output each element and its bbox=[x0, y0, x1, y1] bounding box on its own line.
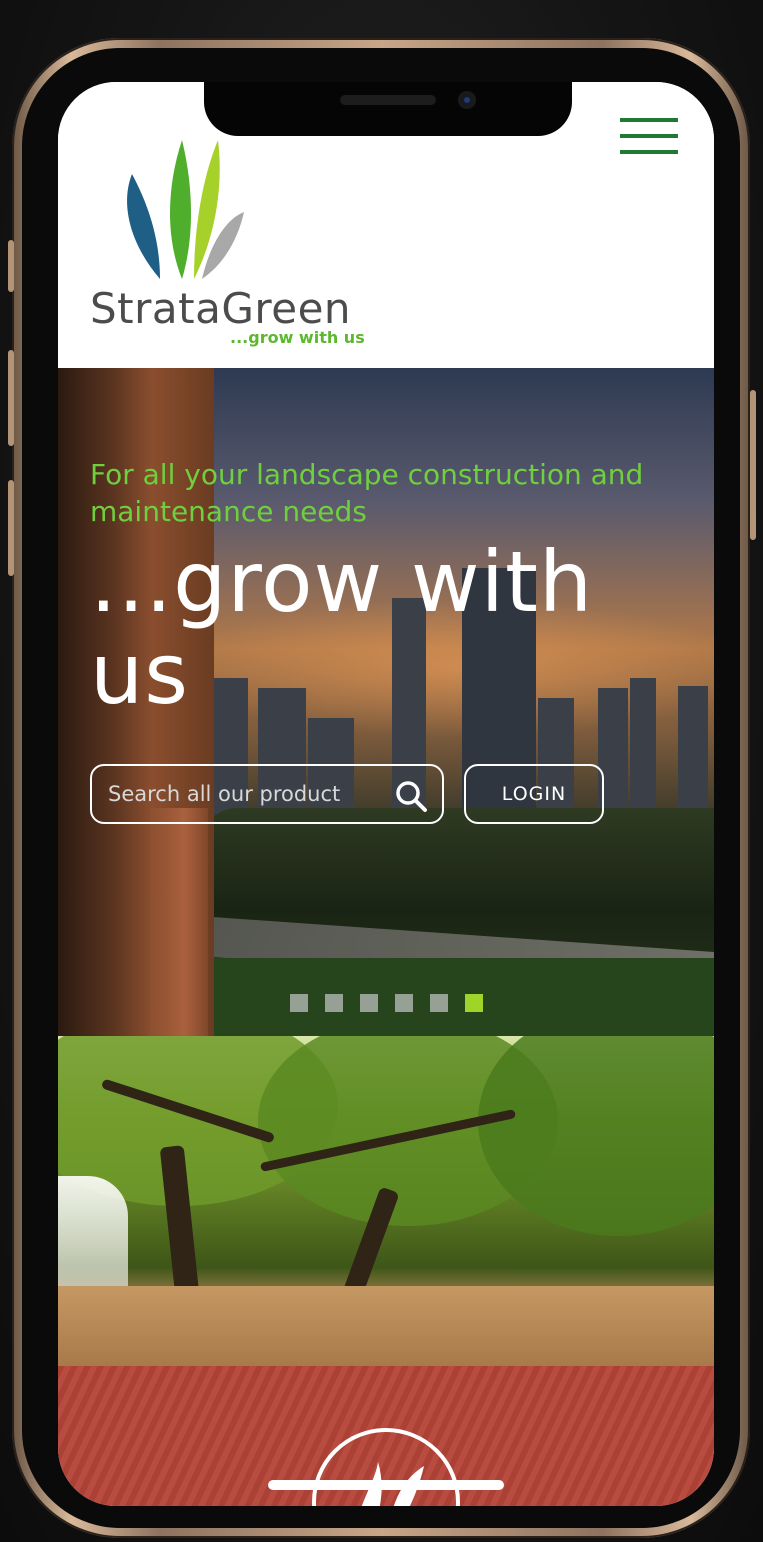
phone-volume-up-button bbox=[8, 350, 14, 446]
home-indicator[interactable] bbox=[268, 1480, 504, 1490]
login-button[interactable]: LOGIN bbox=[464, 764, 604, 824]
search-box bbox=[90, 764, 444, 824]
tree-canopy bbox=[478, 1036, 714, 1236]
search-icon[interactable] bbox=[394, 779, 428, 813]
brand-name: StrataGreen bbox=[90, 284, 352, 333]
slide-dot-3[interactable] bbox=[360, 994, 378, 1012]
trunk-highlight bbox=[148, 808, 208, 1036]
city-building bbox=[678, 686, 708, 818]
phone-power-button bbox=[750, 390, 756, 540]
slide-dot-2[interactable] bbox=[325, 994, 343, 1012]
earpiece-speaker bbox=[340, 95, 436, 105]
search-input[interactable] bbox=[106, 781, 390, 807]
phone-screen: StrataGreen ...grow with us For all your… bbox=[58, 82, 714, 1506]
phone-volume-down-button bbox=[8, 480, 14, 576]
leaf-logo-icon bbox=[127, 140, 244, 279]
stratagreen-logo[interactable]: StrataGreen ...grow with us bbox=[90, 134, 370, 349]
park-image bbox=[58, 1036, 714, 1366]
slide-dot-6-active[interactable] bbox=[465, 994, 483, 1012]
slide-dot-5[interactable] bbox=[430, 994, 448, 1012]
slider-pagination bbox=[290, 994, 483, 1014]
slide-dot-4[interactable] bbox=[395, 994, 413, 1012]
hero-title: ...grow with us bbox=[90, 533, 594, 723]
hero-subtitle: For all your landscape construction and … bbox=[90, 458, 644, 528]
brand-tagline: ...grow with us bbox=[230, 328, 365, 347]
slide-dot-1[interactable] bbox=[290, 994, 308, 1012]
front-camera bbox=[458, 91, 476, 109]
hamburger-menu-icon[interactable] bbox=[620, 118, 678, 156]
emblem-icon bbox=[312, 1428, 460, 1506]
phone-mute-switch bbox=[8, 240, 14, 292]
park-ground bbox=[58, 1286, 714, 1366]
hero-slider: For all your landscape construction and … bbox=[58, 368, 714, 1036]
phone-notch bbox=[204, 82, 572, 136]
